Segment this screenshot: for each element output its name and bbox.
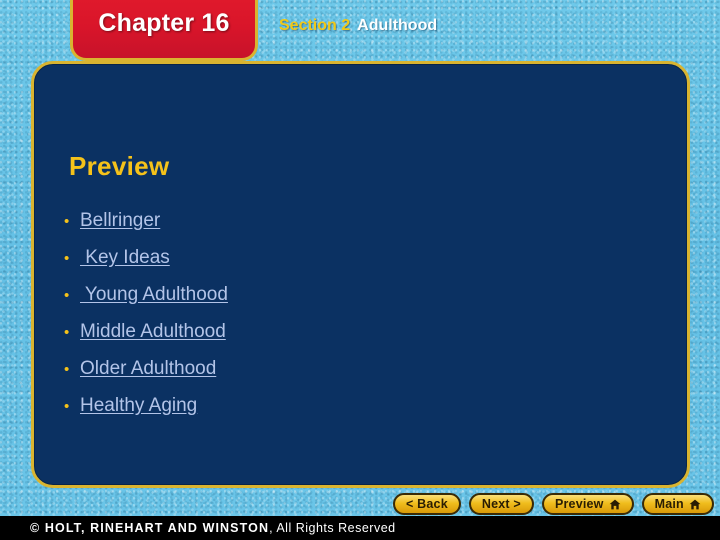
next-button[interactable]: Next > — [468, 493, 534, 515]
section-header: Section 2 Adulthood — [279, 17, 437, 35]
content-panel: Preview • Bellringer • Key Ideas • Young… — [31, 61, 690, 488]
preview-link-young-adulthood[interactable]: Young Adulthood — [80, 284, 228, 306]
section-topic-label: Adulthood — [357, 17, 438, 34]
home-icon — [609, 499, 621, 510]
chapter-label: Chapter 16 — [98, 8, 230, 37]
list-item: • Healthy Aging — [64, 395, 624, 432]
navigation-bar: < Back Next > Preview Main — [393, 493, 714, 515]
bullet-icon: • — [64, 250, 70, 267]
preview-link-older-adulthood[interactable]: Older Adulthood — [80, 358, 216, 380]
list-item: • Bellringer — [64, 210, 624, 247]
main-button-label: Main — [654, 497, 684, 511]
slide-canvas: Preview • Bellringer • Key Ideas • Young… — [0, 0, 720, 540]
bullet-icon: • — [64, 287, 70, 304]
back-button-label: < Back — [406, 497, 448, 511]
preview-link-list: • Bellringer • Key Ideas • Young Adultho… — [64, 210, 624, 432]
list-item: • Young Adulthood — [64, 284, 624, 321]
bullet-icon: • — [64, 324, 70, 341]
bullet-icon: • — [64, 213, 70, 230]
footer-bar: © HOLT, RINEHART AND WINSTON, All Rights… — [0, 516, 720, 540]
preview-link-key-ideas[interactable]: Key Ideas — [80, 247, 170, 269]
preview-button[interactable]: Preview — [541, 493, 634, 515]
list-item: • Older Adulthood — [64, 358, 624, 395]
chapter-tab: Chapter 16 — [70, 0, 258, 61]
rights-text: , All Rights Reserved — [269, 521, 396, 535]
page-title: Preview — [69, 151, 170, 181]
next-button-label: Next > — [481, 497, 521, 511]
preview-link-bellringer[interactable]: Bellringer — [80, 210, 160, 232]
main-button[interactable]: Main — [641, 493, 714, 515]
list-item: • Key Ideas — [64, 247, 624, 284]
bullet-icon: • — [64, 361, 70, 378]
publisher-name: © HOLT, RINEHART AND WINSTON — [30, 521, 270, 535]
home-icon — [689, 499, 701, 510]
preview-button-label: Preview — [554, 497, 604, 511]
preview-link-healthy-aging[interactable]: Healthy Aging — [80, 395, 197, 417]
section-number-label: Section 2 — [279, 17, 351, 34]
list-item: • Middle Adulthood — [64, 321, 624, 358]
copyright-notice: © HOLT, RINEHART AND WINSTON, All Rights… — [30, 521, 396, 535]
preview-link-middle-adulthood[interactable]: Middle Adulthood — [80, 321, 226, 343]
back-button[interactable]: < Back — [393, 493, 461, 515]
bullet-icon: • — [64, 398, 70, 415]
